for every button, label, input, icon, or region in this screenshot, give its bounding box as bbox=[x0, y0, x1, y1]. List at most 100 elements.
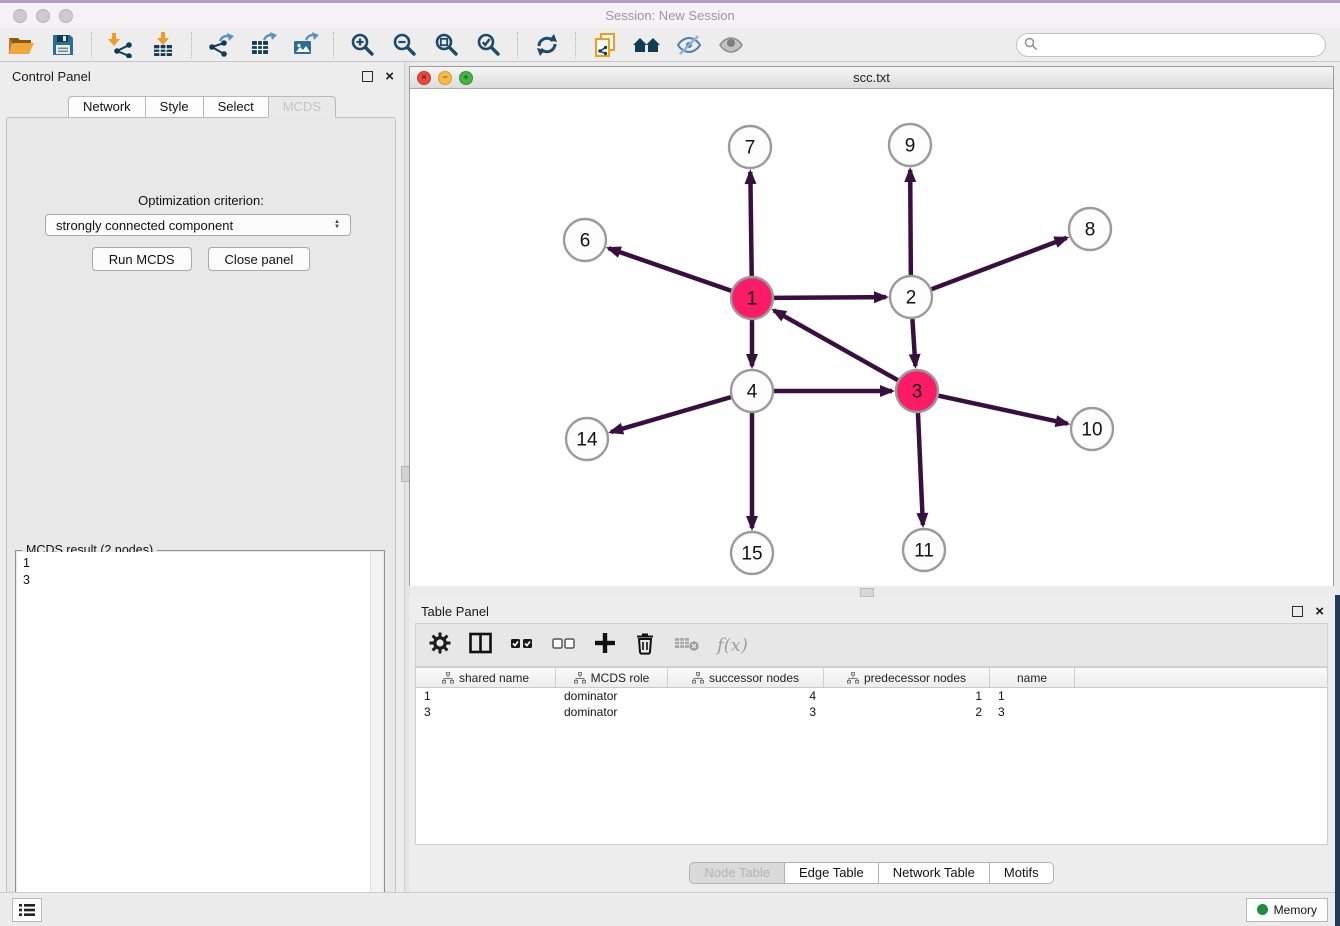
table-cell[interactable]: 4 bbox=[668, 689, 824, 703]
column-header-shared-name[interactable]: shared name bbox=[416, 668, 556, 687]
graph-edge-2-3[interactable] bbox=[912, 319, 915, 366]
tab-edge-table[interactable]: Edge Table bbox=[784, 862, 878, 884]
duplicate-network-icon[interactable] bbox=[590, 31, 620, 59]
graph-node-label: 3 bbox=[912, 382, 923, 403]
memory-status-icon bbox=[1257, 904, 1268, 915]
table-toolbar: f(x) bbox=[415, 623, 1328, 667]
delete-column-icon[interactable] bbox=[633, 631, 657, 660]
column-header-predecessor-nodes[interactable]: predecessor nodes bbox=[824, 668, 990, 687]
tab-node-table[interactable]: Node Table bbox=[689, 862, 784, 884]
import-network-icon[interactable] bbox=[106, 31, 136, 59]
export-network-icon[interactable] bbox=[206, 31, 236, 59]
first-neighbors-icon[interactable] bbox=[632, 31, 662, 59]
network-graph[interactable]: 1234678910111415 bbox=[410, 89, 1333, 586]
column-header-mcds-role[interactable]: MCDS role bbox=[556, 668, 668, 687]
graph-edge-1-6[interactable] bbox=[609, 248, 732, 291]
table-cell[interactable]: 1 bbox=[824, 689, 990, 703]
tab-select[interactable]: Select bbox=[203, 96, 268, 118]
column-header-successor-nodes[interactable]: successor nodes bbox=[668, 668, 824, 687]
import-table-icon[interactable] bbox=[148, 31, 178, 59]
network-view-window: × − + scc.txt 1234678910111415 bbox=[409, 66, 1334, 586]
table-options-gear-icon[interactable] bbox=[428, 631, 452, 660]
show-all-icon[interactable] bbox=[716, 31, 746, 59]
table-cell[interactable]: 2 bbox=[824, 705, 990, 719]
hierarchy-icon bbox=[574, 672, 586, 684]
search-input[interactable] bbox=[1016, 33, 1326, 57]
graph-edge-3-11[interactable] bbox=[918, 413, 923, 525]
list-icon bbox=[18, 902, 36, 918]
graph-node-label: 9 bbox=[905, 136, 916, 157]
tab-motifs[interactable]: Motifs bbox=[989, 862, 1054, 884]
export-image-icon[interactable] bbox=[290, 31, 320, 59]
table-cell[interactable]: dominator bbox=[556, 705, 668, 719]
memory-label: Memory bbox=[1274, 903, 1317, 917]
run-mcds-button[interactable]: Run MCDS bbox=[92, 247, 192, 271]
table-row[interactable]: 3dominator323 bbox=[416, 704, 1327, 720]
open-session-icon[interactable] bbox=[6, 31, 36, 59]
control-panel-tabs: Network Style Select MCDS bbox=[0, 96, 404, 118]
column-header-name[interactable]: name bbox=[990, 668, 1075, 687]
graph-edge-3-1[interactable] bbox=[774, 310, 898, 380]
hierarchy-icon bbox=[692, 672, 704, 684]
table-cell[interactable]: 1 bbox=[416, 689, 556, 703]
graph-node-label: 1 bbox=[747, 289, 758, 310]
application-window: Session: New Session bbox=[0, 0, 1340, 926]
zoom-fit-icon[interactable] bbox=[432, 31, 462, 59]
select-all-icon[interactable] bbox=[509, 631, 535, 660]
zoom-in-icon[interactable] bbox=[348, 31, 378, 59]
refresh-view-icon[interactable] bbox=[532, 31, 562, 59]
graph-edge-1-2[interactable] bbox=[774, 297, 886, 298]
table-cell[interactable]: 3 bbox=[990, 705, 1075, 719]
table-header: shared name MCDS role successor nodes pr… bbox=[416, 668, 1327, 688]
close-panel-icon[interactable]: × bbox=[385, 69, 394, 84]
graph-node-label: 10 bbox=[1081, 420, 1102, 441]
hierarchy-icon bbox=[442, 672, 454, 684]
table-cell[interactable]: 3 bbox=[416, 705, 556, 719]
horizontal-splitter-grip[interactable] bbox=[860, 588, 874, 597]
float-panel-icon[interactable] bbox=[362, 71, 373, 82]
hide-selected-icon[interactable] bbox=[674, 31, 704, 59]
close-panel-button[interactable]: Close panel bbox=[208, 247, 311, 271]
tab-style[interactable]: Style bbox=[145, 96, 203, 118]
deselect-all-icon[interactable] bbox=[551, 631, 577, 660]
column-view-icon[interactable] bbox=[468, 631, 493, 660]
graph-node-label: 2 bbox=[906, 288, 917, 309]
memory-button[interactable]: Memory bbox=[1246, 898, 1328, 922]
result-scrollbar[interactable] bbox=[370, 552, 383, 922]
graph-node-label: 14 bbox=[576, 430, 598, 451]
control-panel-title: Control Panel bbox=[12, 69, 362, 84]
add-column-icon[interactable] bbox=[593, 631, 617, 660]
tab-network-table[interactable]: Network Table bbox=[878, 862, 989, 884]
graph-edge-4-14[interactable] bbox=[611, 397, 731, 432]
graph-edge-2-8[interactable] bbox=[932, 238, 1067, 289]
table-cell[interactable]: 1 bbox=[990, 689, 1075, 703]
network-window-title: scc.txt bbox=[410, 70, 1333, 85]
graph-edge-1-7[interactable] bbox=[750, 172, 751, 276]
control-panel: Control Panel × Network Style Select MCD… bbox=[0, 62, 404, 892]
float-table-panel-icon[interactable] bbox=[1292, 606, 1303, 617]
graph-node-label: 4 bbox=[747, 382, 758, 403]
table-panel: Table Panel × bbox=[409, 597, 1334, 892]
graph-edge-3-10[interactable] bbox=[938, 396, 1067, 424]
toolbar-separator bbox=[575, 32, 577, 58]
mcds-result-list[interactable]: 1 3 bbox=[17, 552, 371, 922]
task-history-button[interactable] bbox=[12, 898, 42, 922]
optimization-criterion-select[interactable]: strongly connected component ▲▼ bbox=[45, 214, 351, 236]
table-row[interactable]: 1dominator411 bbox=[416, 688, 1327, 704]
window-title: Session: New Session bbox=[0, 8, 1340, 23]
zoom-out-icon[interactable] bbox=[390, 31, 420, 59]
tab-network[interactable]: Network bbox=[68, 96, 145, 118]
graph-node-label: 8 bbox=[1085, 220, 1096, 241]
tab-mcds[interactable]: MCDS bbox=[268, 96, 336, 118]
table-cell[interactable]: 3 bbox=[668, 705, 824, 719]
table-cell[interactable]: dominator bbox=[556, 689, 668, 703]
selected-option: strongly connected component bbox=[46, 218, 328, 233]
graph-edge-2-9[interactable] bbox=[910, 170, 911, 275]
zoom-selected-icon[interactable] bbox=[474, 31, 504, 59]
toolbar-separator bbox=[191, 32, 193, 58]
network-window-titlebar[interactable]: × − + scc.txt bbox=[410, 67, 1333, 89]
close-table-panel-icon[interactable]: × bbox=[1315, 604, 1324, 619]
save-session-icon[interactable] bbox=[48, 31, 78, 59]
export-table-icon[interactable] bbox=[248, 31, 278, 59]
network-canvas[interactable]: 1234678910111415 bbox=[410, 89, 1333, 586]
